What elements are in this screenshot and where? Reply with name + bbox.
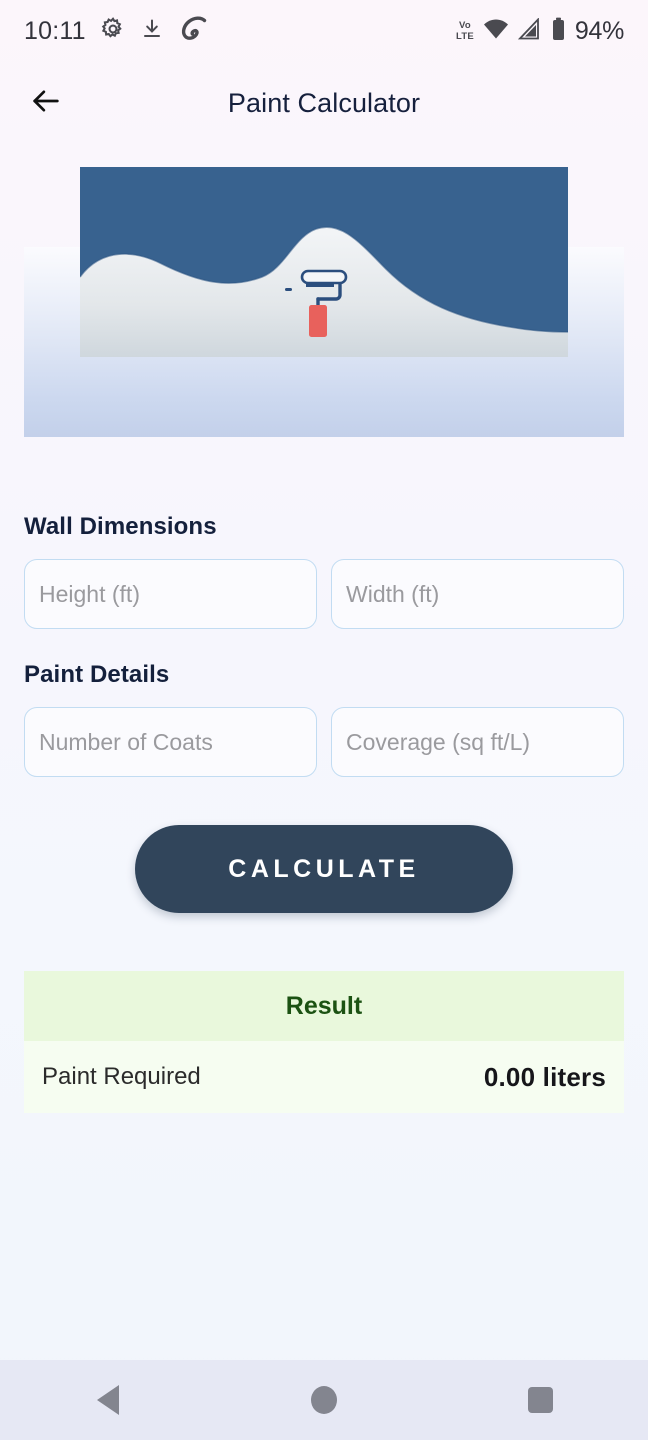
section-title-paint-details: Paint Details: [24, 661, 170, 688]
back-triangle-icon: [97, 1385, 119, 1415]
page-title: Paint Calculator: [227, 87, 421, 118]
result-row-label: Paint Required: [42, 1063, 201, 1090]
status-time: 10:11: [24, 16, 86, 45]
wall-dimensions-fields: [24, 559, 624, 629]
carrier-logo-icon: [178, 15, 208, 47]
result-header: Result: [24, 971, 624, 1041]
coverage-field[interactable]: [331, 707, 624, 777]
app-bar: Paint Calculator: [0, 62, 648, 144]
height-input[interactable]: [39, 580, 302, 608]
back-arrow-icon: [29, 84, 63, 123]
back-button[interactable]: [24, 81, 68, 125]
nav-recents-button[interactable]: [495, 1370, 585, 1430]
download-icon: [140, 17, 164, 46]
nav-back-button[interactable]: [63, 1370, 153, 1430]
result-row-value: 0.00 liters: [483, 1061, 606, 1092]
width-input[interactable]: [346, 580, 609, 608]
status-bar-left: 10:11: [24, 15, 208, 47]
status-bar: 10:11 Vo LTE 94%: [0, 0, 648, 62]
coverage-input[interactable]: [346, 728, 609, 756]
battery-percent: 94%: [574, 16, 624, 45]
wifi-icon: [483, 18, 509, 45]
hero-illustration: [24, 167, 624, 437]
height-field[interactable]: [24, 559, 317, 629]
signal-icon: [517, 16, 542, 45]
calculate-button[interactable]: CALCULATE: [135, 825, 513, 913]
recents-square-icon: [527, 1387, 553, 1413]
gear-icon: [100, 16, 126, 47]
result-card: Result Paint Required 0.00 liters: [24, 971, 624, 1113]
section-title-wall-dimensions: Wall Dimensions: [24, 513, 217, 540]
paint-details-fields: [24, 707, 624, 777]
coats-input[interactable]: [39, 728, 302, 756]
table-row: Paint Required 0.00 liters: [24, 1041, 624, 1113]
volte-line-2: LTE: [456, 30, 474, 42]
nav-home-button[interactable]: [279, 1370, 369, 1430]
paint-roller-illustration: [80, 167, 568, 357]
volte-line-1: Vo: [459, 20, 471, 31]
home-circle-icon: [311, 1386, 337, 1414]
volte-icon: Vo LTE: [456, 21, 474, 41]
battery-icon: [551, 17, 566, 46]
coats-field[interactable]: [24, 707, 317, 777]
width-field[interactable]: [331, 559, 624, 629]
calculate-button-wrapper: CALCULATE: [0, 825, 648, 913]
status-bar-right: Vo LTE 94%: [456, 17, 624, 46]
android-nav-bar: [0, 1360, 648, 1440]
